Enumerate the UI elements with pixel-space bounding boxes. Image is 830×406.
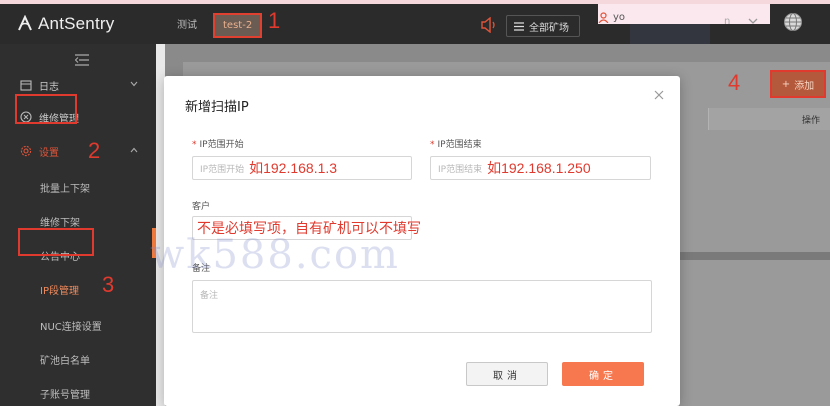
sidebar-sub-subaccount[interactable]: 子账号管理 (40, 386, 90, 401)
watermark: wk588.com (150, 232, 400, 278)
globe-icon[interactable] (783, 12, 803, 32)
user-name-partial: yo (613, 12, 626, 23)
sidebar-item-settings[interactable]: 设置 (0, 136, 156, 166)
speaker-icon[interactable] (480, 17, 498, 33)
table-scrollbar[interactable] (680, 252, 830, 260)
ant-logo-icon (18, 15, 32, 31)
menu-collapse-icon[interactable] (75, 54, 89, 66)
user-icon (598, 12, 609, 23)
list-icon (514, 21, 524, 31)
gear-icon (20, 145, 32, 157)
app-logo[interactable]: AntSentry (16, 14, 114, 34)
required-mark: * (430, 140, 435, 150)
app-name: AntSentry (38, 14, 115, 33)
ip-end-note: 如192.168.1.250 (487, 160, 591, 176)
ip-end-label: * IP范围结束 (430, 137, 482, 150)
mine-select-label: 全部矿场 (529, 22, 569, 34)
cancel-button[interactable]: 取消 (466, 362, 548, 386)
mine-select[interactable]: 全部矿场 (506, 15, 580, 37)
remark-textarea[interactable]: 备注 (192, 280, 652, 333)
dialog-title: 新增扫描IP (185, 100, 249, 115)
redacted-area-2 (630, 24, 710, 46)
remark-placeholder: 备注 (200, 291, 219, 301)
ip-end-input[interactable]: IP范围结束 如192.168.1.250 (430, 156, 651, 180)
chevron-down-icon[interactable] (748, 17, 758, 25)
sidebar-sub-repair-off[interactable]: 维修下架 (40, 214, 80, 229)
ip-start-placeholder: IP范围开始 (200, 164, 245, 175)
customer-label: 客户 (192, 202, 211, 212)
close-icon[interactable] (652, 88, 666, 102)
confirm-button[interactable]: 确定 (562, 362, 644, 386)
sidebar-item-label: 日志 (39, 81, 59, 93)
chevron-up-icon (130, 147, 138, 153)
tab-test-cn[interactable]: 测试 (177, 16, 197, 31)
log-icon (20, 80, 32, 91)
annotation-4: 4 (728, 70, 741, 95)
ip-start-label: * IP范围开始 (192, 137, 244, 150)
annotation-1: 1 (268, 8, 281, 33)
ip-end-label-text: IP范围结束 (437, 140, 482, 150)
add-button-label: 添加 (794, 80, 815, 92)
sidebar-sub-batch[interactable]: 批量上下架 (40, 180, 90, 195)
sidebar-sub-ip[interactable]: IP段管理 (40, 282, 79, 297)
ip-start-label-text: IP范围开始 (199, 140, 244, 150)
add-button[interactable]: + 添加 (770, 70, 826, 98)
required-mark: * (192, 140, 197, 150)
user-name-tail: n (724, 16, 731, 27)
sidebar-sub-nuc[interactable]: NUC连接设置 (40, 318, 102, 333)
annotation-3: 3 (102, 272, 115, 297)
ip-start-note: 如192.168.1.3 (249, 160, 338, 176)
tab-test-2[interactable]: test-2 (213, 13, 263, 38)
ip-start-input[interactable]: IP范围开始 如192.168.1.3 (192, 156, 412, 180)
annotation-2: 2 (88, 138, 101, 163)
user-menu[interactable]: yo (598, 12, 625, 23)
sidebar-sub-whitelist[interactable]: 矿池白名单 (40, 352, 90, 367)
plus-icon: + (781, 78, 791, 90)
table-header-ops: 操作 (708, 108, 830, 130)
ip-end-placeholder: IP范围结束 (438, 164, 483, 175)
highlight-box-ip (18, 228, 94, 256)
sidebar-item-label: 设置 (39, 147, 59, 159)
highlight-box-settings (15, 94, 77, 124)
chevron-down-icon (130, 81, 138, 87)
